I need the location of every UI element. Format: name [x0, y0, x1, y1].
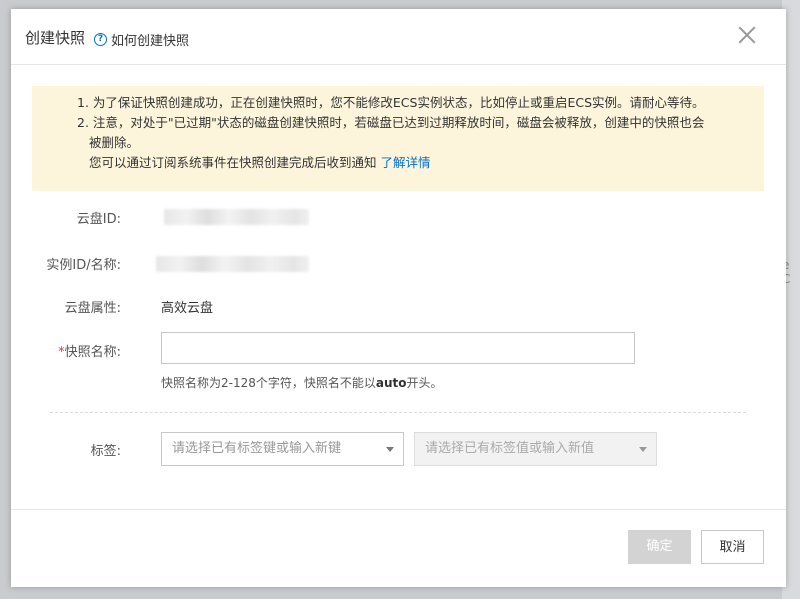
hint-suffix: 开头。 — [406, 376, 443, 390]
snapshot-name-hint: 快照名称为2-128个字符，快照名不能以auto开头。 — [161, 374, 443, 391]
disk-attr-label: 云盘属性: — [64, 301, 121, 316]
disk-id-label: 云盘ID: — [76, 212, 121, 227]
instance-label: 实例ID/名称: — [46, 258, 121, 273]
learn-more-link[interactable]: 了解详情 — [381, 155, 431, 170]
dialog-header: 创建快照 ? 如何创建快照 — [11, 9, 786, 65]
notice-line-2: 2. 注意，对处于"已过期"状态的磁盘创建快照时，若磁盘已达到过期释放时间，磁盘… — [77, 115, 705, 130]
notice-box: 1. 为了保证快照创建成功，正在创建快照时，您不能修改ECS实例状态，比如停止或… — [32, 86, 764, 191]
hint-bold: auto — [375, 376, 407, 390]
section-divider — [50, 412, 746, 413]
disk-id-value-redacted — [164, 209, 309, 225]
help-link[interactable]: ? 如何创建快照 — [94, 30, 189, 49]
cancel-button[interactable]: 取消 — [701, 530, 764, 564]
notice-line-4: 您可以通过订阅系统事件在快照创建完成后收到通知 了解详情 — [89, 153, 431, 173]
tag-label: 标签: — [90, 444, 121, 459]
instance-value-redacted — [156, 256, 309, 272]
ok-button[interactable]: 确定 — [628, 530, 691, 564]
dialog-title: 创建快照 — [25, 29, 86, 47]
help-link-label[interactable]: 如何创建快照 — [111, 30, 189, 49]
snapshot-name-label-text: 快照名称: — [64, 345, 121, 360]
dialog-footer-divider — [11, 509, 786, 510]
notice-line-3: 被删除。 — [89, 135, 140, 150]
create-snapshot-dialog: 创建快照 ? 如何创建快照 1. 为了保证快照创建成功，正在创建快照时，您不能修… — [11, 9, 786, 587]
snapshot-name-input[interactable] — [161, 332, 635, 364]
tag-key-placeholder: 请选择已有标签键或输入新键 — [172, 441, 342, 456]
tag-value-select[interactable]: 请选择已有标签值或输入新值 — [414, 432, 657, 466]
tag-value-placeholder: 请选择已有标签值或输入新值 — [425, 441, 595, 456]
snapshot-name-label: *快照名称: — [11, 341, 121, 360]
tag-key-select[interactable]: 请选择已有标签键或输入新键 — [161, 432, 404, 466]
chevron-down-icon — [639, 447, 647, 452]
chevron-down-icon — [386, 447, 394, 452]
close-icon[interactable] — [735, 23, 759, 47]
disk-attr-value: 高效云盘 — [161, 301, 214, 316]
notice-subscribe-text: 您可以通过订阅系统事件在快照创建完成后收到通知 — [89, 155, 377, 170]
notice-line-1: 1. 为了保证快照创建成功，正在创建快照时，您不能修改ECS实例状态，比如停止或… — [77, 95, 705, 110]
hint-prefix: 快照名称为2-128个字符，快照名不能以 — [161, 376, 376, 390]
question-circle-icon: ? — [94, 33, 107, 46]
